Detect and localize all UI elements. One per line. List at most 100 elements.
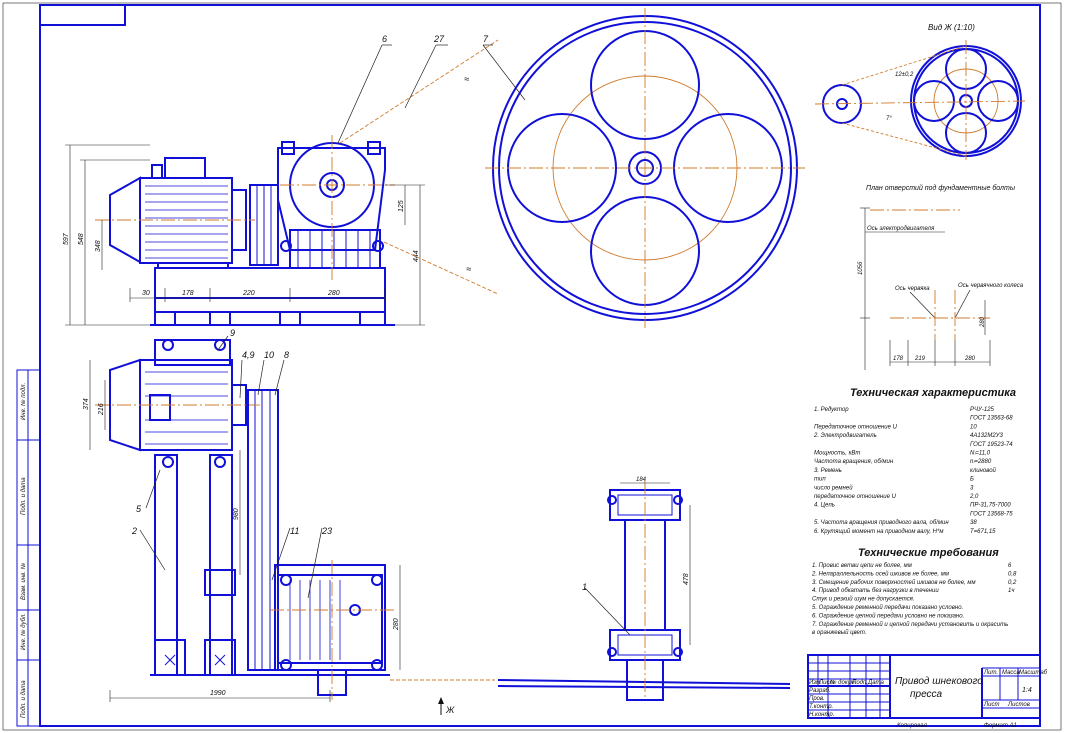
dim-220: 220 [242, 290, 255, 297]
spec-value-12: ГОСТ 13568-75 [970, 511, 1013, 517]
front-view-dimensions: 597 548 348 125 444 30 178 220 280 [63, 144, 425, 326]
tb-name-line1: Привод шнекового [895, 676, 983, 687]
spec-value-13: 38 [970, 520, 977, 526]
tb-col-date: Дата [867, 680, 884, 686]
tb-format: Формат A1 [984, 723, 1017, 729]
spec-label-0: 1. Редуктор [814, 407, 849, 413]
dim-184: 184 [636, 477, 647, 483]
req-text-7: 7. Ограждение ременной и цепной передачи… [812, 621, 1008, 628]
callout-7: 7 [483, 34, 489, 44]
dim-12: 12±0,2 [895, 72, 914, 78]
dim-280: 280 [327, 290, 340, 297]
tb-role-check: Пров. [809, 696, 825, 702]
spec-value-4: ГОСТ 19523-74 [970, 442, 1013, 448]
spec-label-10: передаточное отношение U [814, 494, 897, 500]
technical-requirements: Технические требования 1. Провис ветви ц… [811, 547, 1017, 636]
requirements-title: Технические требования [858, 547, 999, 559]
title-block: Лит. Масса Масштаб 1:4 Лист Листов Приво… [807, 654, 1048, 729]
margin-label-1: Инв. № подл. [20, 383, 27, 420]
req-text-4: Стук и резкий шум не допускается. [812, 596, 915, 603]
spec-value-5: Nₗ=11,0 [970, 451, 991, 457]
spec-value-2: 10 [970, 424, 977, 430]
plan-dim-280: 280 [964, 356, 976, 362]
spec-value-3: 4А132М2У3 [970, 433, 1004, 439]
dim-178: 178 [182, 290, 194, 297]
dim-548: 548 [78, 233, 85, 245]
dim-478: 478 [683, 573, 690, 585]
dim-348: 348 [95, 240, 102, 252]
tb-role-tcontr: Т.контр. [809, 704, 833, 710]
callout-9: 9 [230, 328, 235, 338]
technical-characteristics: Техническая характеристика 1. Редуктор РЧ… [813, 387, 1016, 535]
spec-label-2: Передаточное отношение U [814, 424, 898, 430]
spec-label-9: число ремней [814, 484, 853, 491]
plan-dim-178: 178 [893, 356, 904, 362]
margin-label-3: Взам. инв. № [20, 562, 27, 600]
req-value-0: 6 [1008, 563, 1012, 569]
svg-text:≈: ≈ [466, 264, 471, 274]
spec-value-7: клиновой [970, 467, 997, 474]
plan-dim-280v: 280 [980, 316, 986, 328]
req-text-8: в оранжевый цвет. [812, 629, 866, 636]
spec-label-6: Частота вращения, об/мин [814, 459, 894, 465]
dim-30: 30 [142, 290, 150, 297]
callout-11: 11 [290, 526, 299, 536]
spec-label-5: Мощность, кВт [814, 451, 860, 457]
worm-axis-label: Ось червяка [895, 286, 930, 292]
callouts: 6 27 7 9 4,9 10 8 5 2 11 23 1 [131, 34, 631, 636]
req-text-0: 1. Провис ветви цепи не более, мм [812, 563, 912, 569]
tb-sheet: Лист [983, 702, 999, 708]
spec-label-8: тип [814, 477, 826, 483]
dim-280v: 280 [393, 618, 400, 631]
motor-axis-label: Ось электродвигателя [867, 226, 935, 232]
dim-597: 597 [63, 232, 70, 245]
callout-6: 6 [382, 34, 387, 44]
dim-1990: 1990 [210, 690, 226, 697]
req-text-3: 4. Привод обкатать без нагрузки в течени… [812, 588, 939, 594]
view-arrow-label: Ж [445, 705, 455, 715]
plan-dim-1056: 1056 [858, 261, 864, 275]
req-value-2: 0,2 [1008, 580, 1017, 586]
margin-label-4: Инв. № дубл. [20, 613, 27, 650]
tb-role-ncontr: Н.контр. [809, 712, 834, 718]
dim-374: 374 [83, 398, 90, 410]
driven-pulley-7 [485, 8, 805, 328]
tb-name-line2: пресса [910, 689, 943, 700]
view-zh-label: Вид Ж (1:10) [928, 23, 975, 32]
left-margin-stamps: Инв. № подл. Подп. и дата Взам. инв. № И… [16, 369, 41, 727]
top-view: 374 216 980 280 1990 [83, 339, 495, 702]
electric-motor-front [109, 157, 247, 269]
view-arrow: Ж [438, 697, 455, 715]
tb-copied: Копировал [897, 723, 927, 729]
dim-7deg: 7° [886, 116, 892, 122]
callout-8: 8 [284, 350, 289, 360]
tb-scale: 1:4 [1022, 687, 1032, 694]
tb-mass-header: Масса [1002, 670, 1020, 676]
spec-value-1: ГОСТ 13563-68 [970, 416, 1013, 422]
dim-125: 125 [398, 200, 405, 212]
spec-value-9: 3 [970, 485, 974, 491]
assembly-drawing: Инв. № подл. Подп. и дата Взам. инв. № И… [2, 2, 1062, 731]
drawing-sheet: Инв. № подл. Подп. и дата Взам. инв. № И… [0, 0, 1065, 733]
margin-label-5: Подп. и дата [21, 680, 27, 718]
callout-10: 10 [264, 350, 274, 360]
spec-value-0: РЧУ-125 [970, 407, 995, 413]
specs-title: Техническая характеристика [850, 387, 1016, 399]
req-text-1: 2. Непараллельность осей шкивов не более… [811, 570, 949, 577]
callout-4-9: 4,9 [242, 350, 255, 360]
plan-title: План отверстий под фундаментные болты [866, 184, 1016, 192]
front-view: 597 548 348 125 444 30 178 220 280 [63, 135, 425, 326]
spec-label-13: 5. Частота вращения приводного вала, об/… [814, 520, 949, 526]
req-value-1: 0,8 [1008, 571, 1017, 577]
callout-1: 1 [582, 582, 587, 592]
svg-text:≈: ≈ [464, 74, 469, 84]
spec-value-6: nₗ=2880 [970, 459, 992, 465]
belt-guard-top [247, 389, 279, 671]
req-text-6: 6. Ограждение цепной передачи условно не… [812, 612, 964, 619]
margin-label-2: Подп. и дата [21, 477, 27, 515]
worm-reducer-front [277, 141, 386, 269]
sprocket-view: 184 478 [497, 477, 791, 701]
tb-sheets: Листов [1007, 702, 1030, 708]
view-zh: Вид Ж (1:10) 12±0,2 7° [814, 23, 1026, 160]
foundation-plan: План отверстий под фундаментные болты Ос… [858, 184, 1024, 370]
